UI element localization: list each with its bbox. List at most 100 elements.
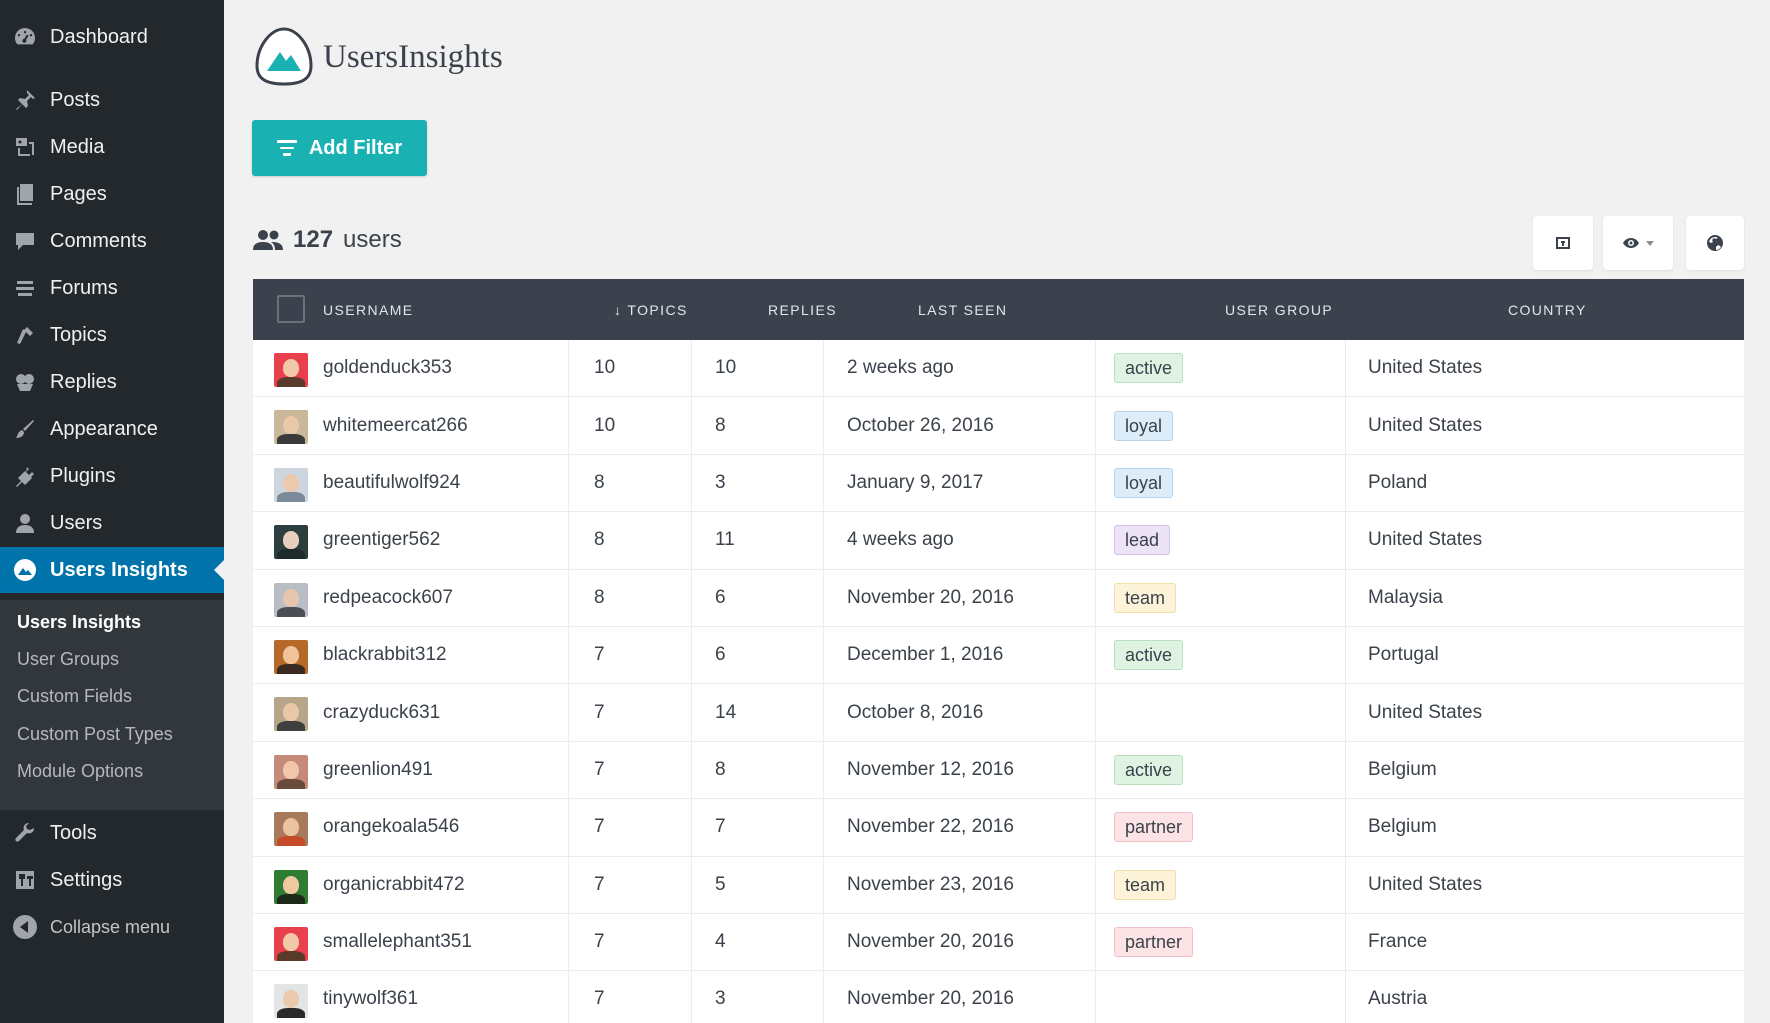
table-row[interactable]: goldenduck353 10 10 2 weeks ago active U… (253, 340, 1744, 398)
table-row[interactable]: greentiger562 8 11 4 weeks ago lead Unit… (253, 512, 1744, 570)
cell-user-group: loyal (1114, 397, 1174, 453)
dashboard-icon (0, 14, 50, 60)
cell-replies: 14 (715, 701, 737, 723)
cell-username[interactable]: greentiger562 (323, 512, 440, 568)
users-count-label: users (343, 226, 402, 253)
column-header-replies[interactable]: REPLIES (768, 279, 837, 340)
column-divider (823, 741, 824, 799)
sidebar-item-users-insights[interactable]: Users Insights (0, 547, 224, 593)
cell-user-group: loyal (1114, 455, 1174, 511)
export-button[interactable] (1533, 216, 1593, 270)
column-divider (1095, 626, 1096, 684)
cell-country: United States (1368, 873, 1483, 895)
toggle-columns-button[interactable] (1603, 216, 1673, 270)
column-header-username[interactable]: USERNAME (323, 279, 414, 340)
sidebar-item-users[interactable]: Users (0, 500, 224, 546)
column-divider (1095, 913, 1096, 971)
column-divider (1095, 971, 1096, 1023)
sidebar-item-media[interactable]: Media (0, 124, 224, 170)
sidebar-item-plugins[interactable]: Plugins (0, 453, 224, 499)
table-row[interactable]: crazyduck631 7 14 October 8, 2016 United… (253, 684, 1744, 742)
cell-topics: 7 (594, 644, 605, 666)
cell-username[interactable]: greenlion491 (323, 742, 433, 798)
cell-country: United States (1368, 414, 1483, 436)
column-divider (568, 397, 569, 454)
column-divider (1345, 913, 1346, 971)
cell-user-group: active (1114, 742, 1184, 798)
table-row[interactable]: whitemeercat266 10 8 October 26, 2016 lo… (253, 397, 1744, 455)
cell-username[interactable]: redpeacock607 (323, 570, 453, 626)
avatar (274, 467, 308, 502)
cell-replies: 3 (715, 471, 726, 493)
column-divider (1095, 856, 1096, 913)
table-row[interactable]: greenlion491 7 8 November 12, 2016 activ… (253, 741, 1744, 800)
avatar (274, 869, 308, 904)
column-header-country[interactable]: COUNTRY (1508, 279, 1587, 340)
column-divider (1095, 397, 1096, 454)
column-divider (1345, 454, 1346, 512)
table-row[interactable]: smallelephant351 7 4 November 20, 2016 p… (253, 913, 1744, 972)
submenu-item-custom-fields[interactable]: Custom Fields (17, 686, 132, 707)
replies-icon (0, 359, 50, 405)
column-divider (823, 971, 824, 1023)
cell-username[interactable]: orangekoala546 (323, 799, 459, 855)
cell-username[interactable]: blackrabbit312 (323, 627, 447, 683)
column-divider (823, 569, 824, 626)
sidebar-item-forums[interactable]: Forums (0, 265, 224, 311)
cell-replies: 3 (715, 988, 726, 1010)
cell-username[interactable]: goldenduck353 (323, 340, 452, 396)
column-header-last-seen[interactable]: LAST SEEN (918, 279, 1007, 340)
sidebar-item-comments[interactable]: Comments (0, 218, 224, 264)
sidebar-item-dashboard[interactable]: Dashboard (0, 14, 224, 60)
sidebar-item-pages[interactable]: Pages (0, 171, 224, 217)
column-divider (568, 626, 569, 684)
column-header-user-group[interactable]: USER GROUP (1225, 279, 1333, 340)
map-view-button[interactable] (1686, 216, 1744, 270)
sidebar-item-posts[interactable]: Posts (0, 77, 224, 123)
media-icon (0, 124, 50, 170)
submenu-item-custom-post-types[interactable]: Custom Post Types (17, 724, 173, 745)
user-group-badge: partner (1114, 927, 1194, 958)
globe-icon (1707, 235, 1723, 251)
sidebar-item-appearance[interactable]: Appearance (0, 406, 224, 452)
table-row[interactable]: redpeacock607 8 6 November 20, 2016 team… (253, 569, 1744, 627)
submenu-item-user-groups[interactable]: User Groups (17, 649, 119, 670)
sidebar-item-topics[interactable]: Topics (0, 312, 224, 358)
cell-username[interactable]: whitemeercat266 (323, 397, 468, 453)
cell-topics: 8 (594, 471, 605, 493)
avatar (274, 525, 308, 560)
cell-username[interactable]: smallelephant351 (323, 914, 472, 970)
column-divider (1345, 626, 1346, 684)
sidebar-item-label: Posts (50, 88, 101, 111)
table-row[interactable]: beautifulwolf924 8 3 January 9, 2017 loy… (253, 454, 1744, 513)
collapse-menu-button[interactable]: Collapse menu (0, 904, 224, 950)
sidebar-item-tools[interactable]: Tools (0, 810, 224, 856)
table-row[interactable]: orangekoala546 7 7 November 22, 2016 par… (253, 799, 1744, 857)
column-header-topics[interactable]: ↓ TOPICS (614, 279, 688, 340)
cell-username[interactable]: beautifulwolf924 (323, 455, 460, 511)
column-divider (568, 799, 569, 856)
table-row[interactable]: tinywolf361 7 3 November 20, 2016 Austri… (253, 971, 1744, 1023)
submenu-item-users-insights[interactable]: Users Insights (17, 612, 141, 633)
sidebar-item-label: Forums (50, 276, 118, 299)
sidebar-item-settings[interactable]: Settings (0, 857, 224, 903)
table-row[interactable]: organicrabbit472 7 5 November 23, 2016 t… (253, 856, 1744, 914)
column-divider (568, 569, 569, 626)
column-divider (1095, 684, 1096, 741)
add-filter-button[interactable]: Add Filter (252, 120, 427, 176)
cell-replies: 5 (715, 873, 726, 895)
cell-country: Portugal (1368, 644, 1439, 666)
sidebar-item-replies[interactable]: Replies (0, 359, 224, 405)
select-all-checkbox[interactable] (277, 295, 305, 323)
table-row[interactable]: blackrabbit312 7 6 December 1, 2016 acti… (253, 626, 1744, 685)
mountain-icon (0, 547, 50, 593)
users-count: 127 users (253, 226, 402, 254)
submenu-item-module-options[interactable]: Module Options (17, 761, 143, 782)
cell-country: Austria (1368, 988, 1428, 1010)
cell-username[interactable]: organicrabbit472 (323, 857, 465, 913)
cell-username[interactable]: tinywolf361 (323, 971, 418, 1023)
cell-username[interactable]: crazyduck631 (323, 684, 440, 740)
pin-icon (0, 77, 50, 123)
column-divider (1095, 799, 1096, 856)
column-divider (568, 741, 569, 799)
